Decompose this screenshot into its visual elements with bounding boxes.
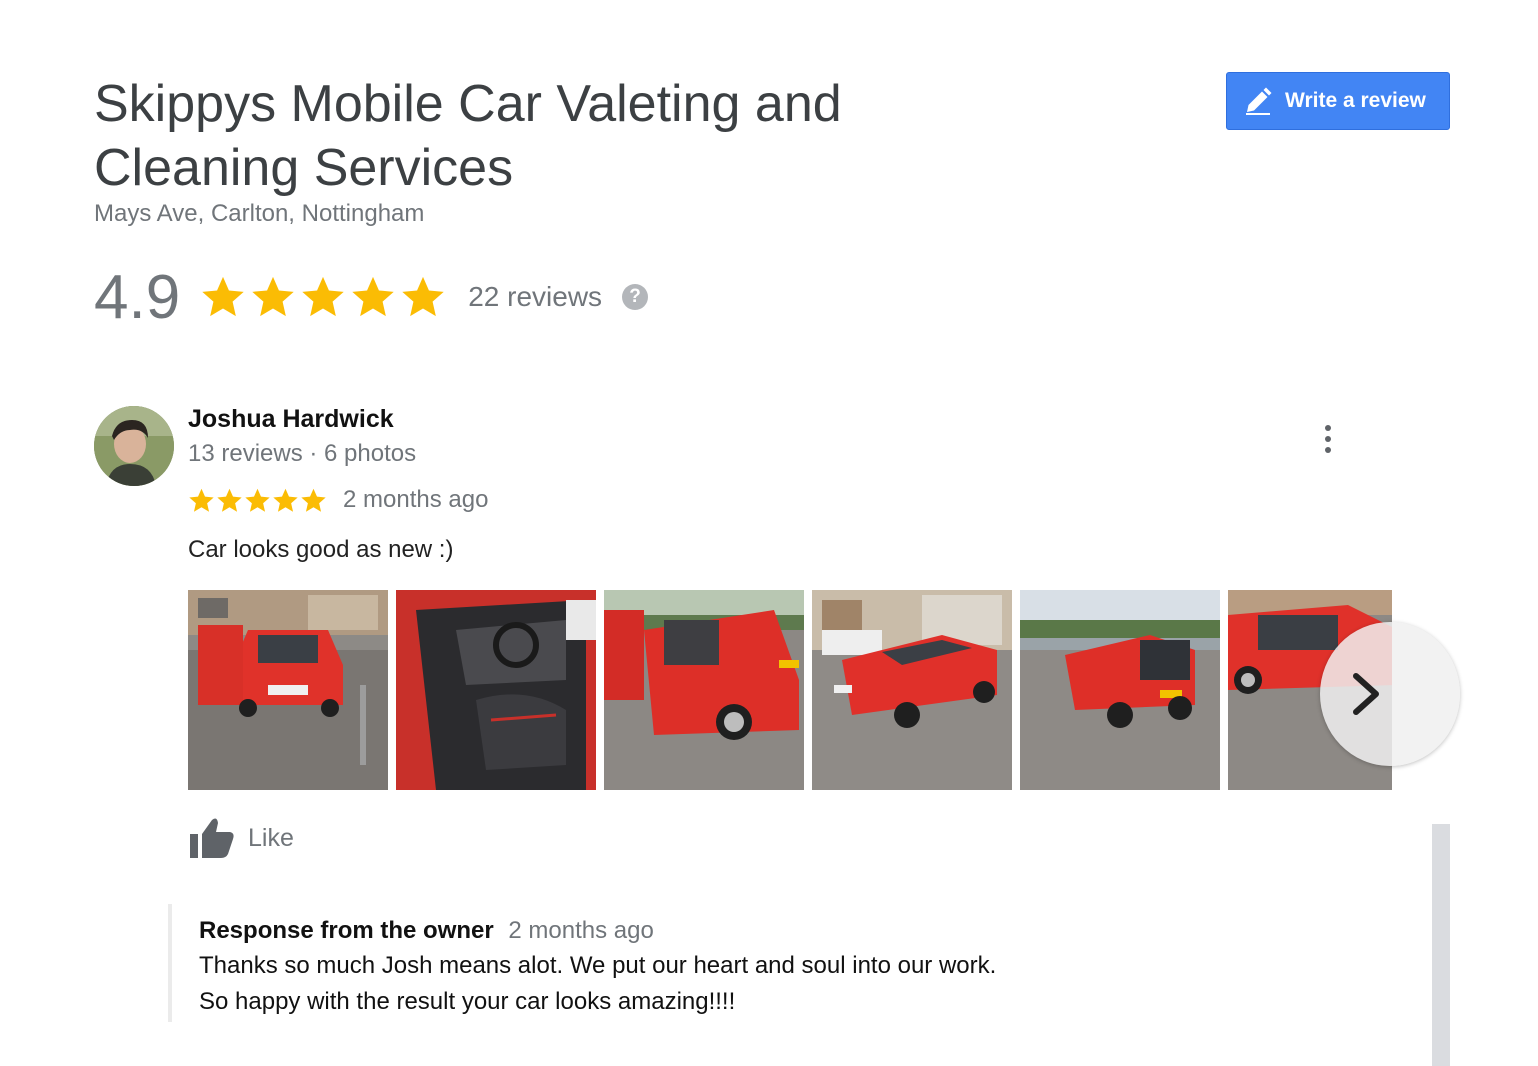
- star-icon: [402, 276, 444, 317]
- thumbs-up-icon: [190, 818, 234, 858]
- review-time: 2 months ago: [343, 486, 489, 513]
- write-review-button[interactable]: Write a review: [1226, 72, 1450, 130]
- reviewer-name[interactable]: Joshua Hardwick: [188, 405, 394, 434]
- review-stars: [188, 487, 327, 514]
- review-photo[interactable]: [1020, 590, 1220, 790]
- like-label: Like: [248, 823, 294, 852]
- review-photo[interactable]: [396, 590, 596, 790]
- avatar[interactable]: [94, 406, 174, 486]
- star-icon: [217, 488, 242, 512]
- star-icon: [352, 276, 394, 317]
- owner-response-text-line2: So happy with the result your car looks …: [199, 988, 736, 1015]
- business-address: Mays Ave, Carlton, Nottingham: [94, 200, 425, 227]
- pencil-icon: [1246, 87, 1272, 115]
- star-icon: [245, 488, 270, 512]
- review-photo[interactable]: [812, 590, 1012, 790]
- star-icon: [189, 488, 214, 512]
- like-button[interactable]: Like: [188, 816, 294, 860]
- owner-response-label: Response from the owner: [199, 917, 494, 944]
- star-icon: [252, 276, 294, 317]
- owner-response-text-line1: Thanks so much Josh means alot. We put o…: [199, 952, 997, 979]
- scrollbar[interactable]: [1432, 824, 1450, 1066]
- review-text: Car looks good as new :): [188, 536, 454, 563]
- chevron-right-icon: [1353, 673, 1379, 715]
- star-icon: [301, 488, 326, 512]
- review-photos: [188, 590, 1392, 790]
- more-options-icon[interactable]: [1316, 422, 1340, 456]
- help-icon[interactable]: ?: [622, 284, 649, 310]
- write-review-label: Write a review: [1285, 89, 1426, 112]
- next-photos-button[interactable]: [1320, 622, 1460, 766]
- rating-stars: [200, 274, 446, 320]
- review-rating: 2 months ago: [188, 486, 488, 514]
- rating-summary: 4.9 22 reviews ?: [94, 262, 649, 332]
- owner-response: Response from the owner 2 months ago Tha…: [168, 904, 1168, 1022]
- star-icon: [273, 488, 298, 512]
- rating-score: 4.9: [94, 262, 181, 332]
- owner-response-time: 2 months ago: [508, 917, 654, 944]
- reviews-count-link[interactable]: 22 reviews: [468, 281, 602, 313]
- reviewer-meta: 13 reviews · 6 photos: [188, 440, 417, 467]
- star-icon: [202, 276, 244, 317]
- business-name: Skippys Mobile Car Valeting and Cleaning…: [94, 75, 842, 197]
- review-photo[interactable]: [188, 590, 388, 790]
- review-photo[interactable]: [604, 590, 804, 790]
- star-icon: [302, 276, 344, 317]
